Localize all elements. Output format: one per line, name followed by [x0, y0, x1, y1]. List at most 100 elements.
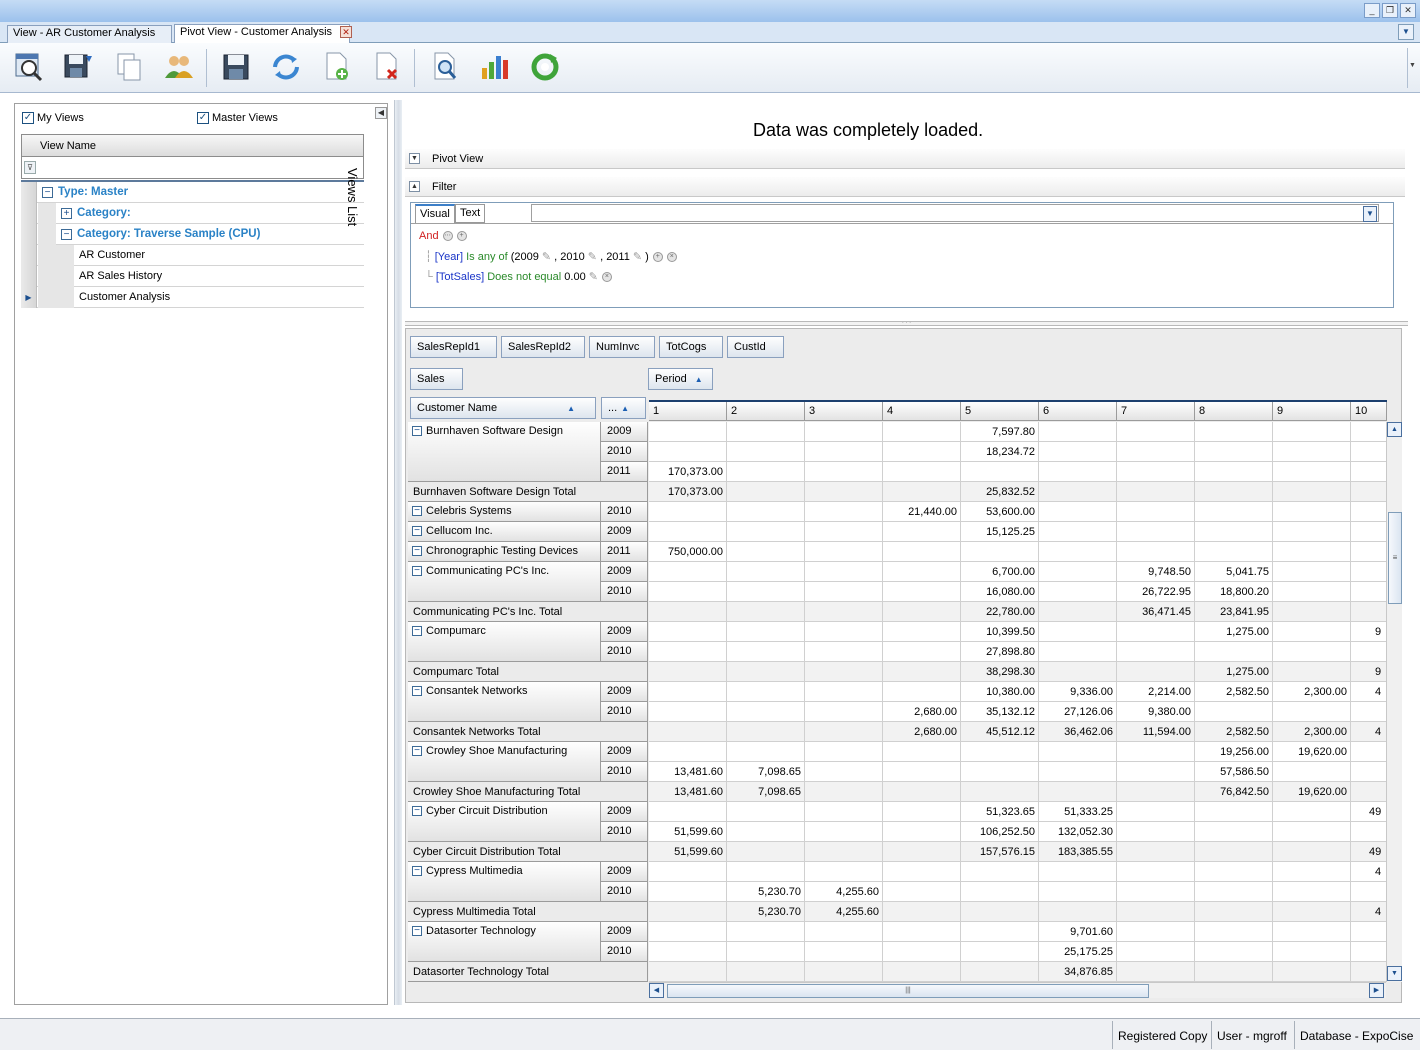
pivot-cell[interactable]: [1273, 882, 1351, 902]
row-customer-header[interactable]: − Chronographic Testing Devices: [408, 542, 601, 562]
pivot-cell[interactable]: [1039, 762, 1117, 782]
pivot-cell[interactable]: [883, 742, 961, 762]
tab-view-ar-customer-analysis[interactable]: View - AR Customer Analysis: [7, 25, 172, 43]
pivot-cell[interactable]: [883, 922, 961, 942]
pivot-cell[interactable]: [727, 742, 805, 762]
pivot-cell[interactable]: 2,214.00: [1117, 682, 1195, 702]
scroll-up-icon[interactable]: ▲: [1387, 422, 1402, 437]
pivot-cell[interactable]: 51,333.25: [1039, 802, 1117, 822]
pivot-cell[interactable]: [1273, 762, 1351, 782]
pivot-cell[interactable]: 57,586.50: [1195, 762, 1273, 782]
my-views-checkbox[interactable]: ✓ My Views: [22, 112, 84, 124]
pivot-cell[interactable]: 10,380.00: [961, 682, 1039, 702]
pivot-cell[interactable]: [1351, 502, 1387, 522]
pivot-cell[interactable]: [1195, 482, 1273, 502]
condition-field-totsales[interactable]: [TotSales]: [436, 271, 484, 283]
master-views-checkbox[interactable]: ✓ Master Views: [197, 112, 278, 124]
pivot-cell[interactable]: [1273, 582, 1351, 602]
pivot-cell[interactable]: [1195, 822, 1273, 842]
pivot-cell[interactable]: [1039, 502, 1117, 522]
collapse-icon[interactable]: −: [412, 686, 422, 696]
column-field-period[interactable]: Period ▲: [648, 368, 713, 390]
pivot-cell[interactable]: [805, 462, 883, 482]
column-header-period[interactable]: 5: [961, 402, 1039, 421]
condition-operator[interactable]: Does not equal: [487, 271, 561, 283]
pivot-cell[interactable]: [1117, 662, 1195, 682]
pivot-cell[interactable]: 10,399.50: [961, 622, 1039, 642]
pivot-cell[interactable]: [1351, 542, 1387, 562]
pivot-cell[interactable]: 15,125.25: [961, 522, 1039, 542]
pivot-cell[interactable]: [961, 922, 1039, 942]
pivot-cell[interactable]: [883, 642, 961, 662]
pivot-cell[interactable]: 26,722.95: [1117, 582, 1195, 602]
pivot-cell[interactable]: [649, 622, 727, 642]
pivot-cell[interactable]: [1273, 542, 1351, 562]
pivot-cell[interactable]: 35,132.12: [961, 702, 1039, 722]
pivot-cell[interactable]: [1117, 422, 1195, 442]
pivot-cell[interactable]: [727, 802, 805, 822]
pivot-cell[interactable]: [1117, 542, 1195, 562]
row-field-year[interactable]: ... ▲: [601, 397, 646, 419]
pivot-cell[interactable]: [649, 502, 727, 522]
vertical-scrollbar[interactable]: ▲ ≡ ▼: [1386, 422, 1402, 982]
tab-text[interactable]: Text: [455, 204, 486, 223]
pivot-cell[interactable]: [1117, 762, 1195, 782]
pivot-cell[interactable]: 19,620.00: [1273, 782, 1351, 802]
pivot-cell[interactable]: [1117, 462, 1195, 482]
scroll-thumb[interactable]: |||: [667, 984, 1149, 998]
scroll-right-icon[interactable]: ▶: [1369, 983, 1384, 998]
pivot-cell[interactable]: [649, 642, 727, 662]
pivot-cell[interactable]: 4: [1351, 682, 1387, 702]
collapse-icon[interactable]: −: [42, 187, 53, 198]
pivot-cell[interactable]: [883, 662, 961, 682]
pivot-cell[interactable]: [649, 522, 727, 542]
pivot-cell[interactable]: [1351, 642, 1387, 662]
pivot-cell[interactable]: [1273, 902, 1351, 922]
pivot-cell[interactable]: [883, 562, 961, 582]
save-as-icon[interactable]: [62, 50, 96, 84]
filter-field-totcogs[interactable]: TotCogs: [659, 336, 723, 358]
scroll-left-icon[interactable]: ◀: [649, 983, 664, 998]
pivot-cell[interactable]: 6,700.00: [961, 562, 1039, 582]
pivot-cell[interactable]: 13,481.60: [649, 762, 727, 782]
pivot-cell[interactable]: [1039, 442, 1117, 462]
pivot-cell[interactable]: [1351, 602, 1387, 622]
row-customer-header[interactable]: − Cyber Circuit Distribution: [408, 802, 601, 842]
pivot-cell[interactable]: 36,462.06: [1039, 722, 1117, 742]
row-customer-header[interactable]: − Burnhaven Software Design: [408, 422, 601, 482]
expand-icon[interactable]: +: [61, 208, 72, 219]
pivot-cell[interactable]: [883, 762, 961, 782]
pivot-cell[interactable]: [883, 822, 961, 842]
pivot-cell[interactable]: [961, 882, 1039, 902]
pivot-cell[interactable]: [1351, 702, 1387, 722]
row-field-customer-name[interactable]: Customer Name ▲: [410, 397, 596, 419]
pivot-cell[interactable]: [649, 702, 727, 722]
pivot-cell[interactable]: [1039, 642, 1117, 662]
condition-value[interactable]: 0.00: [564, 271, 585, 283]
filter-text-field[interactable]: ▼: [531, 204, 1379, 222]
view-name-filter-row[interactable]: ⊽: [21, 157, 364, 179]
condition-operator[interactable]: Is any of: [466, 251, 508, 263]
pivot-cell[interactable]: [727, 502, 805, 522]
tab-list-dropdown-icon[interactable]: ▼: [1398, 24, 1414, 40]
pivot-cell[interactable]: [727, 862, 805, 882]
edit-value-icon[interactable]: ✎: [588, 251, 597, 263]
remove-condition-icon[interactable]: ×: [666, 252, 677, 263]
pivot-cell[interactable]: [805, 942, 883, 962]
pivot-cell[interactable]: 11,594.00: [1117, 722, 1195, 742]
pivot-cell[interactable]: 23,841.95: [1195, 602, 1273, 622]
pivot-cell[interactable]: [883, 542, 961, 562]
pivot-cell[interactable]: 13,481.60: [649, 782, 727, 802]
pivot-cell[interactable]: [1273, 842, 1351, 862]
pivot-cell[interactable]: [1039, 562, 1117, 582]
collapse-icon[interactable]: −: [412, 926, 422, 936]
pivot-cell[interactable]: 9: [1351, 662, 1387, 682]
pivot-cell[interactable]: [1273, 662, 1351, 682]
restore-button[interactable]: ❐: [1382, 3, 1398, 18]
pivot-cell[interactable]: 4: [1351, 722, 1387, 742]
pivot-cell[interactable]: [649, 922, 727, 942]
tab-visual[interactable]: Visual: [415, 204, 455, 223]
pivot-cell[interactable]: [1195, 422, 1273, 442]
pivot-cell[interactable]: [1273, 522, 1351, 542]
pivot-cell[interactable]: [883, 482, 961, 502]
